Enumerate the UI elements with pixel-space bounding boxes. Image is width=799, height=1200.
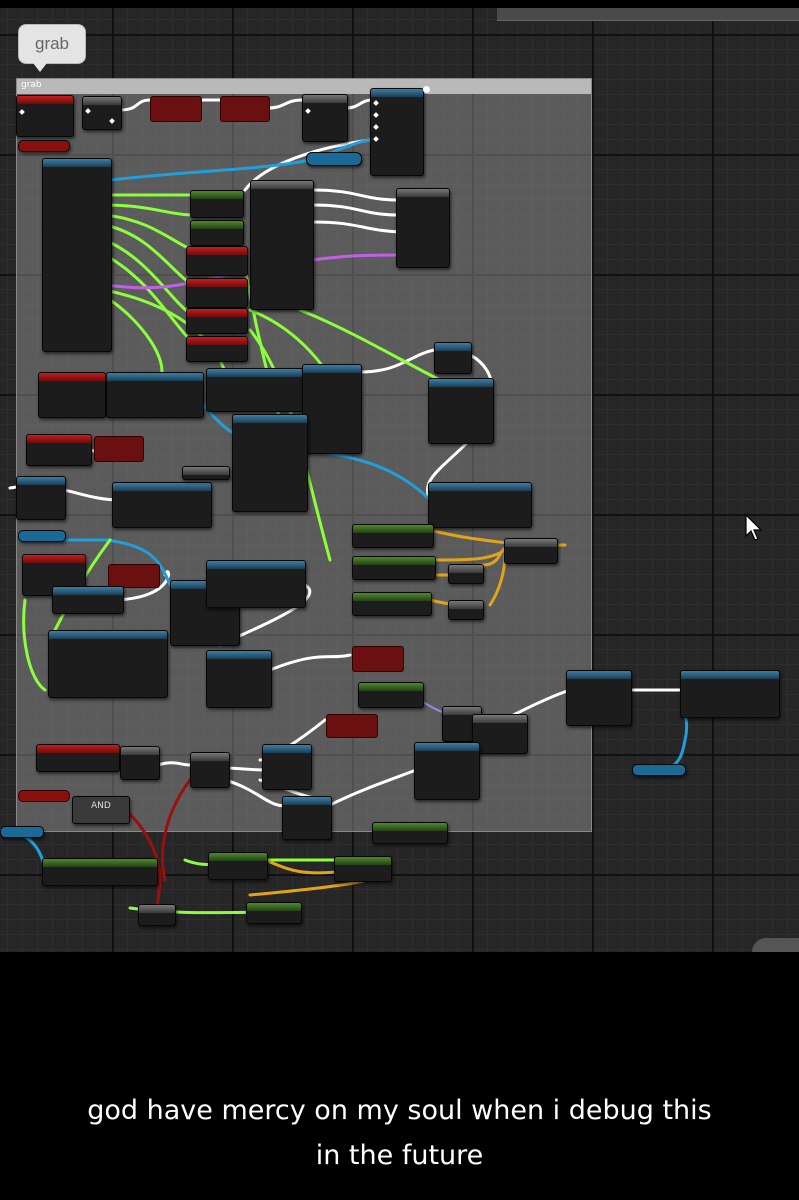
custom-event-node[interactable] [38,372,106,418]
variable-getter[interactable] [18,140,70,152]
cast-node[interactable] [106,372,204,418]
set-members-node[interactable] [396,188,450,268]
mouse-cursor-icon [745,514,763,541]
sequence-node[interactable] [302,94,348,142]
set-rotation-node[interactable] [414,742,480,800]
and-node-label: AND [91,801,111,811]
float-wire [22,598,47,692]
function-call-node[interactable] [372,822,448,844]
exec-wire [328,768,418,807]
print-string-node[interactable] [262,744,312,790]
variable-getter[interactable] [0,826,44,838]
multiply-node[interactable] [448,600,484,620]
caption-line-1: god have mercy on my soul when i debug t… [87,1095,712,1126]
print-string-node[interactable] [16,476,66,520]
set-collision-node[interactable] [206,560,306,608]
exec-wire [118,98,152,112]
branch-node[interactable] [190,752,230,788]
add-pin-node[interactable] [190,190,244,218]
set-collision-node[interactable] [680,670,780,718]
pure-function-node[interactable] [352,556,436,580]
blueprint-graph-screenshot: grab grab AND [0,0,799,952]
meme-caption: god have mercy on my soul when i debug t… [0,1088,799,1178]
add-node[interactable] [504,538,558,564]
pure-function-node[interactable] [352,524,434,548]
custom-event-node[interactable] [26,434,92,466]
caption-line-2: in the future [315,1140,484,1171]
bool-node[interactable] [138,904,176,926]
negate-vector-node[interactable] [334,856,392,882]
getter-node[interactable] [326,714,378,738]
branch-node[interactable] [82,96,122,130]
custom-event-node[interactable] [186,308,248,334]
get-velocity-node[interactable] [208,852,268,880]
set-rotation-node[interactable] [566,670,632,726]
exec-wire [156,761,192,767]
custom-event-node[interactable] [36,744,120,772]
custom-event-node[interactable] [186,278,248,308]
is-falling-node[interactable] [42,858,158,886]
float-wire [103,203,194,217]
getter-node[interactable] [352,646,404,672]
getter-node[interactable] [94,436,144,462]
custom-event-node[interactable] [186,246,248,276]
make-struct-node[interactable] [250,180,314,310]
multiply-node[interactable] [448,564,484,584]
variable-getter[interactable] [306,152,362,166]
float-wire [103,223,194,287]
getter-node[interactable] [150,96,202,122]
struct-wire [268,860,338,875]
play-montage-node[interactable] [370,88,424,176]
variable-node[interactable] [182,466,230,480]
set-collision-node[interactable] [112,482,212,528]
float-wire [108,298,164,382]
exec-wire [358,348,436,374]
function-call-node[interactable] [206,368,304,412]
event-node-input-action[interactable] [16,95,74,137]
variable-getter[interactable] [632,764,686,776]
exec-wire [344,98,374,110]
panel-corner [752,938,799,952]
delay-node[interactable] [434,342,472,374]
float-wire [103,253,194,344]
vector-length-node[interactable] [246,902,302,924]
and-boolean-node[interactable]: AND [72,796,130,824]
exec-wire [310,220,402,234]
break-struct-node[interactable] [42,158,112,352]
play-montage-node[interactable] [302,364,362,454]
function-call-node[interactable] [232,414,308,512]
variable-getter[interactable] [18,790,70,802]
suggest-velocity-node[interactable] [48,630,168,698]
print-string-node[interactable] [282,796,332,840]
bool-wire [161,778,192,882]
exec-wire [226,766,267,772]
exec-wire [310,188,402,202]
vector-wire [310,253,402,262]
function-call-node[interactable] [428,378,494,444]
function-call-node[interactable] [428,482,532,528]
set-rotation-node[interactable] [206,650,272,708]
branch-node[interactable] [120,746,160,780]
add-pin-node[interactable] [190,220,244,246]
getter-node[interactable] [108,564,160,588]
exec-wire [266,98,304,110]
exec-wire [310,203,402,217]
getter-node[interactable] [220,96,270,122]
make-rotator-node[interactable] [472,714,528,754]
exec-wire [268,653,352,672]
struct-wire [433,548,507,562]
set-variable-node[interactable] [52,586,124,614]
variable-getter[interactable] [18,530,66,542]
pure-function-node[interactable] [358,682,424,708]
pure-function-node[interactable] [352,592,432,616]
custom-event-node[interactable] [186,336,248,362]
reroute-node[interactable] [423,86,430,93]
